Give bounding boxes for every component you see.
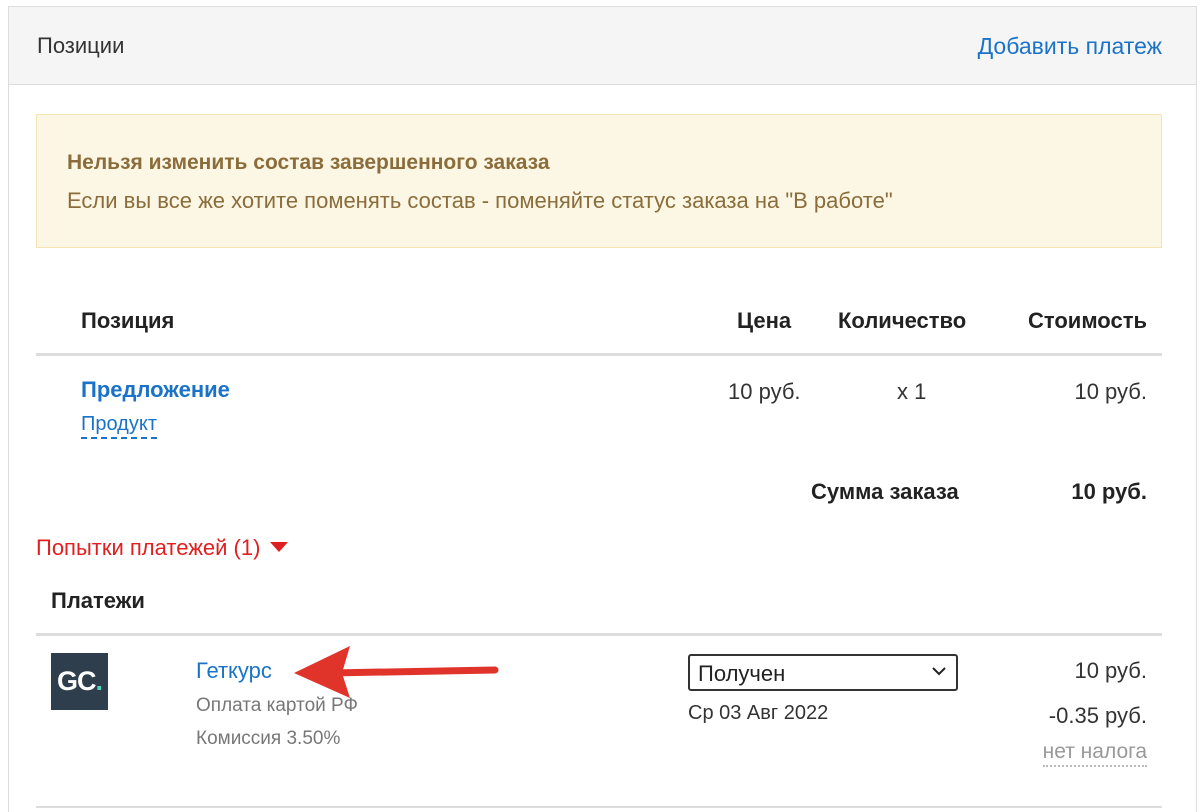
payment-attempts-label: Попытки платежей (1) — [36, 535, 261, 560]
payment-provider-link[interactable]: Геткурс — [196, 658, 272, 684]
bottom-divider — [36, 806, 1162, 808]
offer-link[interactable]: Предложение — [81, 377, 230, 403]
column-header-price: Цена — [737, 308, 792, 333]
product-link[interactable]: Продукт — [81, 413, 157, 439]
panel-header: Позиции Добавить платеж — [9, 7, 1196, 85]
column-header-position: Позиция — [81, 308, 175, 333]
payment-amount: 10 руб. — [1074, 658, 1147, 683]
order-total-value: 10 руб. — [1071, 479, 1147, 504]
add-payment-link[interactable]: Добавить платеж — [978, 33, 1162, 60]
payments-divider — [36, 633, 1162, 636]
payments-heading: Платежи — [51, 588, 145, 613]
getcourse-logo: GC. — [51, 653, 108, 710]
red-arrow-annotation — [294, 646, 499, 698]
tax-link[interactable]: нет налога — [1042, 740, 1147, 767]
row-price: 10 руб. — [728, 379, 801, 404]
payment-status-select[interactable]: Получен — [688, 654, 958, 691]
completed-order-alert: Нельзя изменить состав завершенного зака… — [36, 114, 1162, 248]
logo-dot: . — [95, 666, 102, 696]
caret-down-icon — [270, 542, 289, 552]
logo-text: GC — [56, 666, 96, 696]
alert-title: Нельзя изменить состав завершенного зака… — [67, 151, 550, 174]
payment-commission: -0.35 руб. — [1048, 703, 1147, 728]
column-header-quantity: Количество — [838, 308, 967, 333]
chevron-down-icon — [932, 667, 946, 676]
payment-attempts-toggle[interactable]: Попытки платежей (1) — [36, 535, 289, 561]
row-cost: 10 руб. — [1074, 379, 1147, 404]
table-header-divider — [36, 353, 1162, 356]
payment-status-value: Получен — [698, 661, 786, 686]
column-header-cost: Стоимость — [1027, 308, 1147, 333]
row-quantity: x 1 — [897, 379, 927, 404]
order-total-label: Сумма заказа — [811, 479, 959, 504]
payment-date: Ср 03 Авг 2022 — [688, 702, 829, 724]
alert-text: Если вы все же хотите поменять состав - … — [67, 188, 893, 213]
panel-title: Позиции — [37, 33, 125, 58]
payment-fee: Комиссия 3.50% — [196, 728, 341, 749]
